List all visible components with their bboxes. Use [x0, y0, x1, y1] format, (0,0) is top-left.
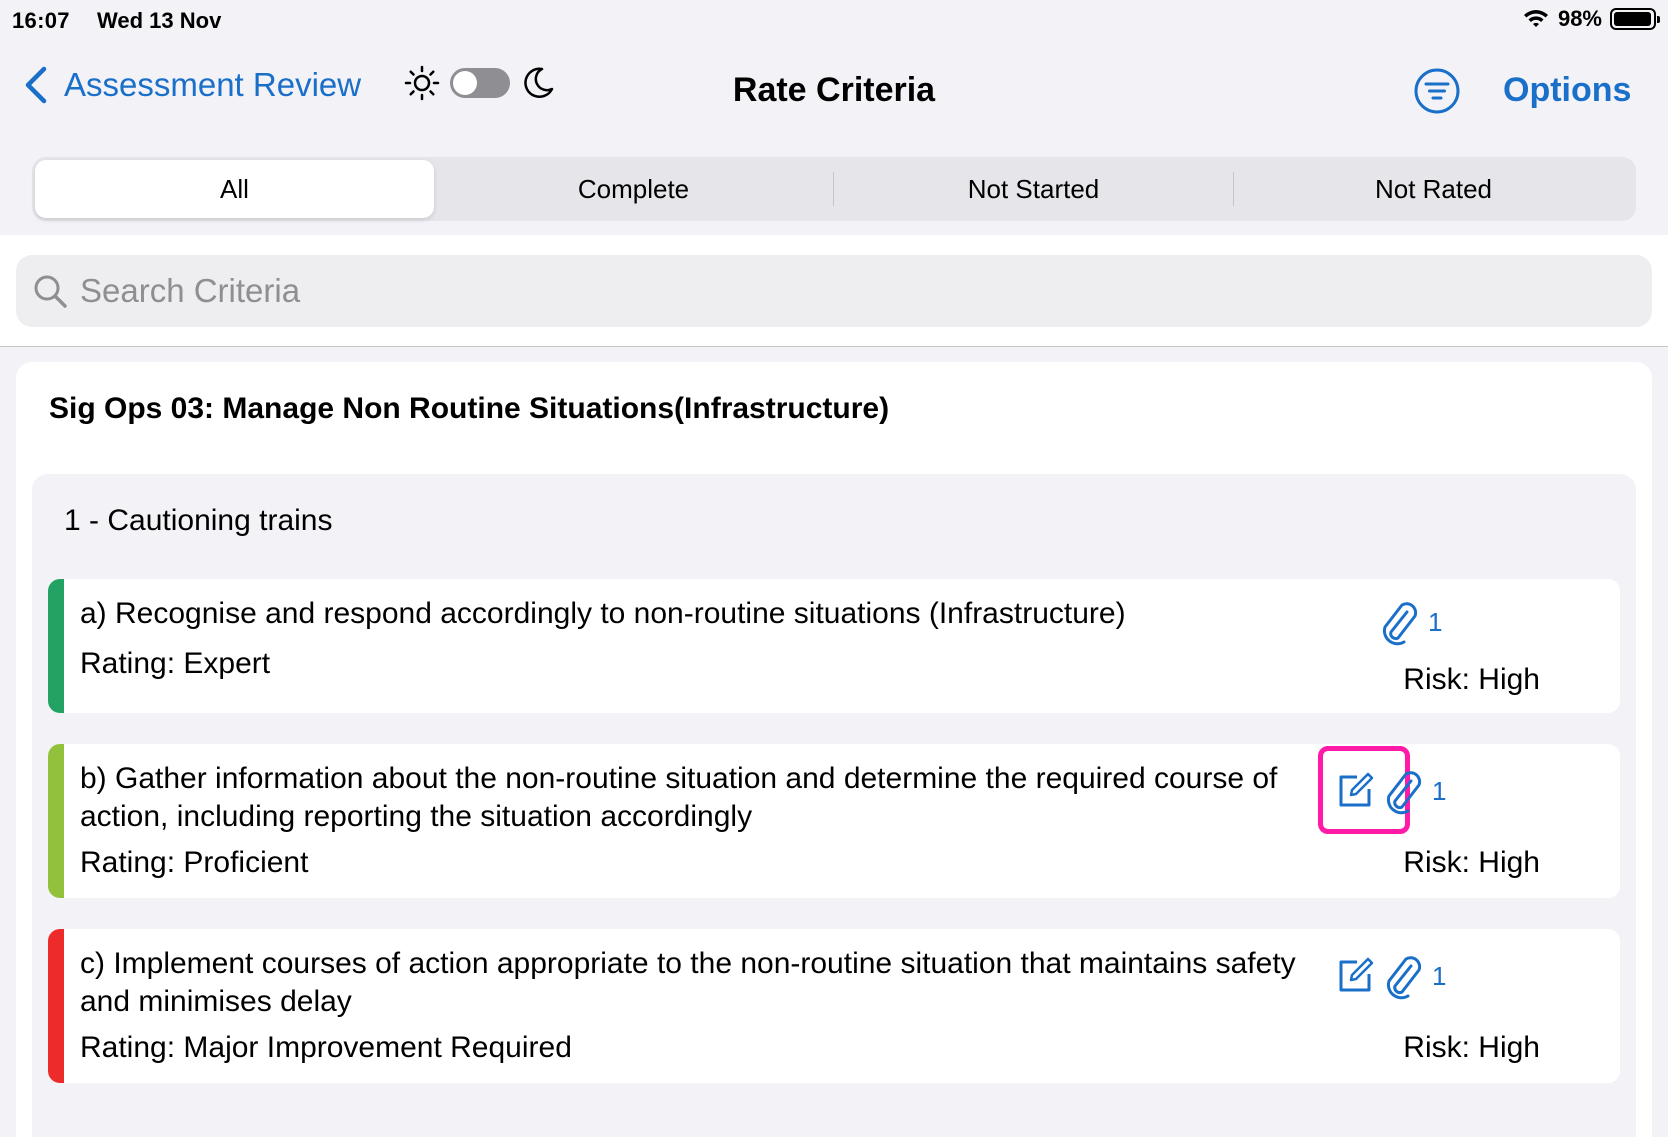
tab-not-rated[interactable]: Not Rated [1234, 160, 1633, 218]
attachment-button[interactable] [1376, 597, 1426, 647]
attachment-button[interactable] [1380, 766, 1430, 816]
status-date: Wed 13 Nov [97, 8, 222, 33]
back-button-label: Assessment Review [64, 66, 362, 103]
criterion-text: c) Implement courses of action appropria… [80, 947, 1296, 1018]
rating-color-bar [48, 929, 64, 1083]
status-time: 16:07 [12, 8, 70, 33]
tab-all[interactable]: All [35, 160, 434, 218]
paperclip-icon [1386, 771, 1422, 815]
battery-percent: 98% [1557, 6, 1602, 31]
dark-mode-switch[interactable] [450, 68, 510, 98]
battery-level [1614, 12, 1652, 26]
edit-icon [1339, 957, 1374, 992]
section-card: 1 - Cautioning trains a) Recognise and r… [32, 474, 1636, 1137]
attachment-count: 1 [1432, 960, 1447, 991]
tab-not-started[interactable]: Not Started [834, 160, 1233, 218]
battery-icon [1610, 8, 1660, 30]
options-button[interactable]: Options [1503, 71, 1631, 110]
status-bar: 16:07 Wed 13 Nov 98% [0, 0, 1668, 40]
status-right: 98% [1522, 6, 1660, 32]
criterion-row-b[interactable]: b) Gather information about the non-rout… [48, 744, 1620, 898]
criterion-risk: Risk: High [1403, 663, 1540, 696]
rating-color-bar [48, 744, 64, 898]
section-title: 1 - Cautioning trains [64, 504, 333, 537]
chevron-left-icon [25, 66, 47, 104]
group-title: Sig Ops 03: Manage Non Routine Situation… [49, 392, 890, 425]
attachment-count: 1 [1428, 606, 1443, 637]
criterion-risk: Risk: High [1403, 846, 1540, 879]
search-input[interactable] [80, 272, 1580, 310]
criterion-rating: Rating: Expert [80, 647, 271, 680]
paperclip-icon [1386, 956, 1422, 1000]
tab-label: Not Started [967, 173, 1100, 204]
criterion-actions: 1 [1318, 746, 1447, 834]
nav-bar: Assessment Review Rate Criteria Options [0, 55, 1668, 125]
moon-icon [524, 67, 554, 99]
search-area [0, 235, 1668, 347]
criteria-group-card: Sig Ops 03: Manage Non Routine Situation… [16, 362, 1652, 1137]
criterion-actions: 1 [1376, 597, 1442, 647]
edit-button[interactable] [1330, 951, 1380, 1001]
edit-button[interactable] [1318, 746, 1410, 834]
criterion-actions: 1 [1330, 951, 1446, 1001]
tab-label: Complete [577, 173, 690, 204]
filter-icon [1414, 68, 1460, 114]
switch-knob [453, 71, 477, 95]
back-button[interactable]: Assessment Review [22, 65, 361, 105]
tab-complete[interactable]: Complete [434, 160, 833, 218]
wifi-icon [1523, 10, 1548, 27]
search-icon [34, 275, 67, 308]
criterion-row-a[interactable]: a) Recognise and respond accordingly to … [48, 579, 1620, 713]
criterion-row-c[interactable]: c) Implement courses of action appropria… [48, 929, 1620, 1083]
criterion-text: a) Recognise and respond accordingly to … [80, 597, 1126, 630]
tab-label: Not Rated [1374, 173, 1493, 204]
criterion-rating: Rating: Proficient [80, 846, 309, 879]
rating-color-bar [48, 579, 64, 713]
filter-segmented-control: All Complete Not Started Not Rated [32, 157, 1636, 221]
tab-label: All [220, 173, 249, 204]
edit-icon [1339, 772, 1374, 807]
criterion-risk: Risk: High [1403, 1031, 1540, 1064]
sun-icon [404, 65, 440, 101]
theme-toggle [404, 65, 556, 101]
filter-button[interactable] [1413, 67, 1461, 115]
criterion-text: b) Gather information about the non-rout… [80, 762, 1278, 833]
attachment-count: 1 [1432, 775, 1447, 806]
attachment-button[interactable] [1380, 951, 1430, 1001]
search-box[interactable] [16, 255, 1652, 327]
paperclip-icon [1382, 602, 1418, 646]
criterion-rating: Rating: Major Improvement Required [80, 1031, 572, 1064]
